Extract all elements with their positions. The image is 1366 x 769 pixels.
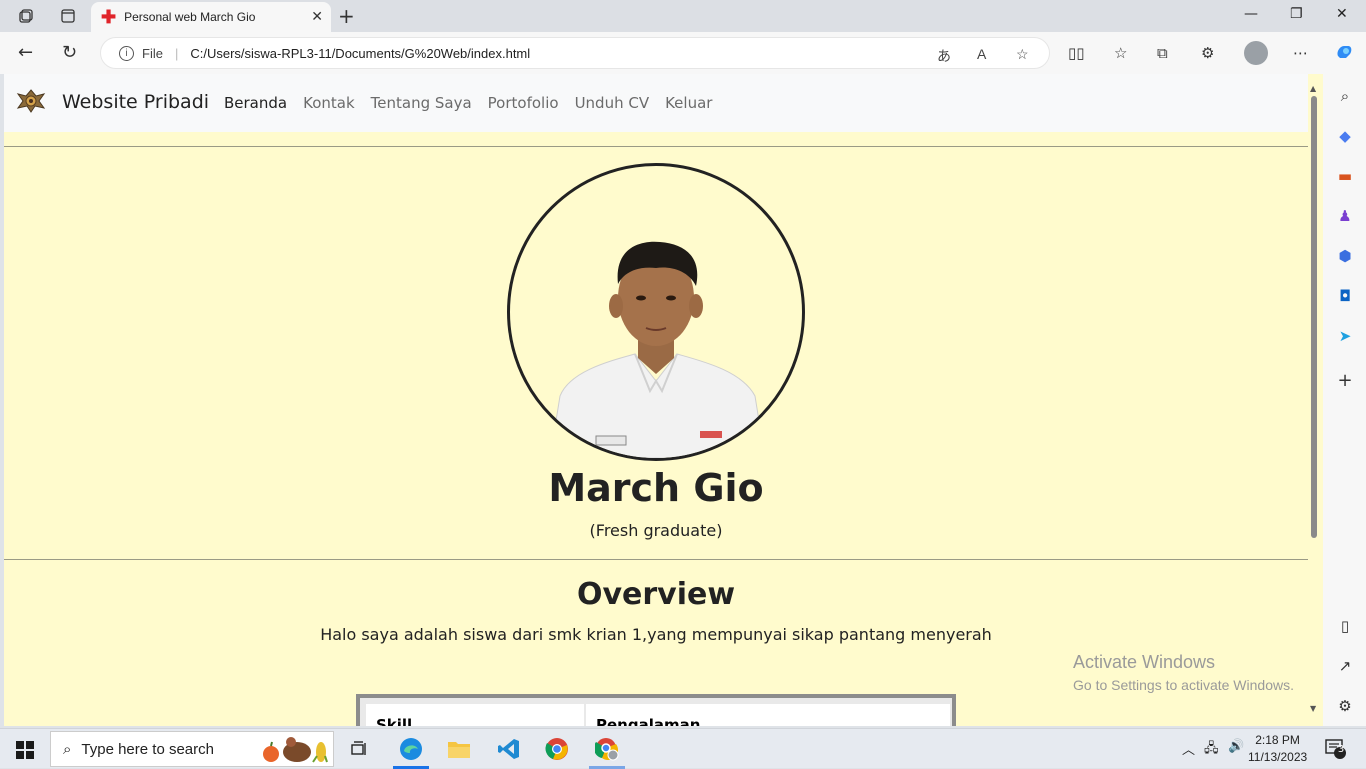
brand-title[interactable]: Website Pribadi: [62, 91, 209, 113]
site-navbar: Website Pribadi Beranda Kontak Tentang S…: [4, 74, 1308, 132]
shopping-icon[interactable]: ◆: [1335, 126, 1355, 146]
outlook-icon[interactable]: ◘: [1335, 286, 1355, 306]
vscode-icon[interactable]: [496, 737, 522, 761]
thanksgiving-turkey-icon: [259, 736, 329, 768]
extensions-icon[interactable]: ⚙: [1201, 44, 1214, 62]
red-cross-favicon-icon: ✚: [101, 7, 117, 27]
external-link-icon[interactable]: ↗: [1335, 656, 1355, 676]
read-aloud-icon[interactable]: A: [977, 46, 986, 62]
microsoft365-icon[interactable]: ⬢: [1335, 246, 1355, 266]
restore-icon[interactable]: ❐: [1290, 6, 1303, 22]
tab-title: Personal web March Gio: [124, 10, 256, 24]
windows-taskbar: ⌕ Type here to search ︿ 🖧 🔊 2:18 PM 11/1…: [0, 728, 1366, 769]
games-icon[interactable]: ♟: [1335, 206, 1355, 226]
overview-heading: Overview: [576, 577, 736, 612]
new-tab-icon[interactable]: +: [338, 4, 355, 28]
more-icon[interactable]: ⋯: [1293, 44, 1308, 62]
close-tab-icon[interactable]: ✕: [311, 8, 323, 25]
back-icon[interactable]: ←: [18, 42, 33, 63]
clock-time: 2:18 PM: [1255, 733, 1300, 747]
favorites-icon[interactable]: ☆: [1114, 44, 1127, 62]
nav-unduh-cv[interactable]: Unduh CV: [575, 94, 650, 112]
nav-keluar[interactable]: Keluar: [665, 94, 712, 112]
nav-kontak[interactable]: Kontak: [303, 94, 355, 112]
vertical-scrollbar[interactable]: ▲ ▼: [1310, 84, 1318, 724]
task-view-icon[interactable]: [347, 737, 373, 761]
minimize-icon[interactable]: —: [1244, 6, 1258, 22]
settings-gear-icon[interactable]: ⚙: [1335, 696, 1355, 716]
address-bar[interactable]: i File | C:/Users/siswa-RPL3-11/Document…: [100, 37, 1050, 69]
divider-top: [4, 146, 1308, 147]
refresh-icon[interactable]: ↻: [62, 42, 77, 63]
network-icon[interactable]: 🖧: [1204, 739, 1219, 761]
url-text[interactable]: C:/Users/siswa-RPL3-11/Documents/G%20Web…: [190, 46, 530, 61]
overview-text: Halo saya adalah siswa dari smk krian 1,…: [320, 625, 992, 644]
windows-start-icon[interactable]: [16, 741, 34, 759]
profile-role: (Fresh graduate): [589, 521, 723, 540]
notification-center-icon[interactable]: 3: [1325, 738, 1347, 764]
info-icon[interactable]: i: [119, 45, 134, 61]
system-clock[interactable]: 2:18 PM 11/13/2023: [1248, 732, 1307, 766]
tools-icon[interactable]: ▬: [1335, 166, 1355, 186]
chrome-profile-icon[interactable]: [594, 737, 620, 761]
file-explorer-icon[interactable]: [446, 737, 472, 761]
add-sidebar-app-icon[interactable]: +: [1335, 370, 1355, 391]
collections-icon[interactable]: ⧉: [1157, 44, 1168, 62]
activate-windows-subtitle: Go to Settings to activate Windows.: [1073, 677, 1294, 693]
drop-icon[interactable]: ➤: [1335, 326, 1355, 346]
table-header-skill: Skill: [366, 704, 584, 726]
profile-name: March Gio: [548, 466, 764, 510]
favorite-star-icon[interactable]: ☆: [1016, 46, 1029, 63]
taskbar-search[interactable]: ⌕ Type here to search: [50, 731, 334, 767]
search-icon: ⌕: [63, 740, 72, 758]
split-screen-icon[interactable]: ▯▯: [1068, 44, 1085, 62]
chrome-icon[interactable]: [544, 737, 570, 761]
copilot-icon[interactable]: [1334, 42, 1354, 66]
workspaces-icon[interactable]: [16, 6, 36, 26]
scroll-up-icon[interactable]: ▲: [1310, 84, 1316, 93]
edge-taskbar-icon[interactable]: [398, 737, 424, 761]
scroll-down-icon[interactable]: ▼: [1310, 704, 1316, 713]
nav-portofolio[interactable]: Portofolio: [488, 94, 559, 112]
notification-count: 3: [1337, 744, 1345, 755]
taskbar-search-placeholder: Type here to search: [81, 740, 214, 758]
sidebar-toggle-icon[interactable]: ▯: [1335, 616, 1355, 636]
nav-beranda[interactable]: Beranda: [224, 94, 287, 112]
close-window-icon[interactable]: ✕: [1336, 6, 1348, 22]
scrollbar-thumb[interactable]: [1311, 96, 1317, 538]
show-hidden-icons[interactable]: ︿: [1182, 739, 1195, 758]
edge-sidebar: ⌕ ◆ ▬ ♟ ⬢ ◘ ➤ + ▯ ↗ ⚙: [1323, 74, 1366, 726]
browser-toolbar: ← ↻ i File | C:/Users/siswa-RPL3-11/Docu…: [0, 32, 1366, 74]
translate-icon[interactable]: あ: [937, 46, 951, 66]
divider: |: [174, 45, 179, 61]
search-icon[interactable]: ⌕: [1335, 86, 1355, 106]
brand-logo-icon[interactable]: [16, 88, 46, 114]
profile-photo: [507, 163, 805, 461]
table-header-pengalaman: Pengalaman: [586, 704, 950, 726]
divider-middle: [4, 559, 1308, 560]
nav-links: Beranda Kontak Tentang Saya Portofolio U…: [224, 94, 712, 112]
tab-actions-icon[interactable]: [58, 6, 78, 26]
browser-tab[interactable]: ✚ Personal web March Gio ✕: [91, 2, 331, 32]
volume-icon[interactable]: 🔊: [1228, 739, 1244, 754]
nav-tentang-saya[interactable]: Tentang Saya: [371, 94, 472, 112]
title-bar: ✚ Personal web March Gio ✕ + — ❐ ✕: [0, 0, 1366, 32]
file-label: File: [142, 45, 163, 61]
clock-date: 11/13/2023: [1248, 750, 1308, 764]
page-viewport: Website Pribadi Beranda Kontak Tentang S…: [4, 74, 1323, 726]
activate-windows-title: Activate Windows: [1073, 652, 1216, 672]
profile-avatar[interactable]: [1244, 41, 1268, 65]
skills-table: Skill Pengalaman: [356, 694, 956, 726]
